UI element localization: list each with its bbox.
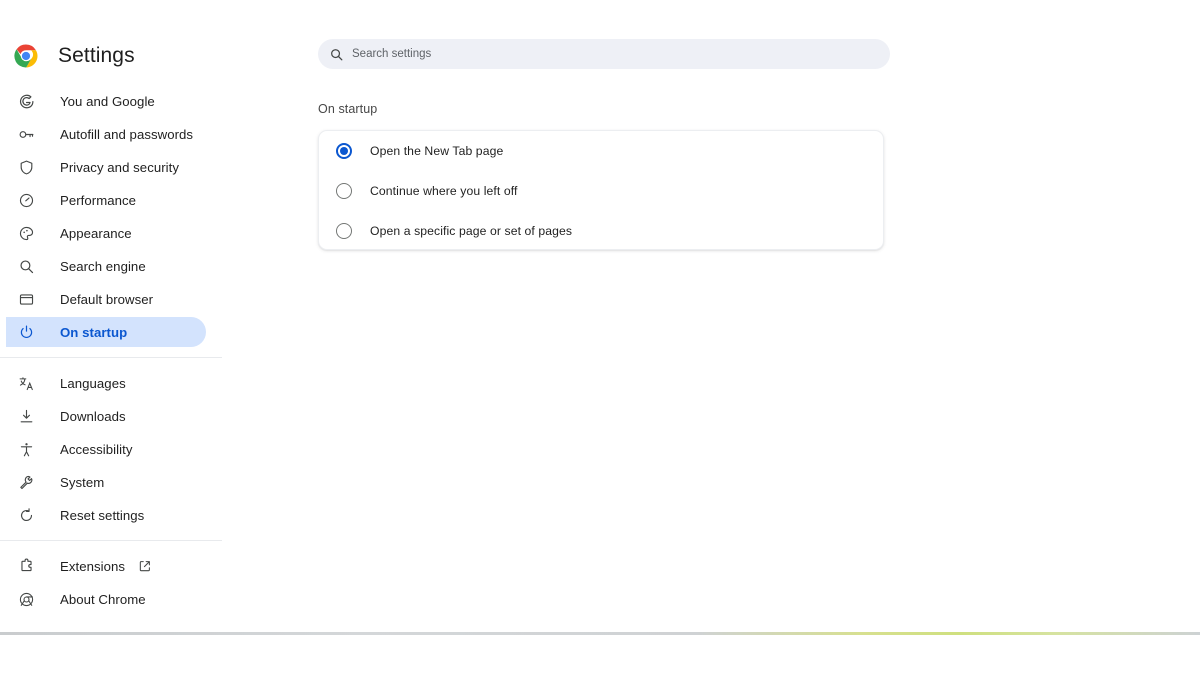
key-icon	[16, 124, 36, 144]
sidebar-item-languages[interactable]: Languages	[6, 368, 206, 398]
startup-option-specific-pages[interactable]: Open a specific page or set of pages	[319, 211, 883, 249]
radio-button-selected[interactable]	[336, 143, 352, 159]
power-icon	[16, 322, 36, 342]
sidebar-item-label: Search engine	[60, 258, 146, 274]
sidebar-item-label: System	[60, 474, 105, 490]
sidebar-item-label: Accessibility	[60, 441, 133, 457]
sidebar-item-about-chrome[interactable]: About Chrome	[6, 584, 206, 614]
on-startup-options-card: Open the New Tab page Continue where you…	[318, 130, 884, 250]
accessibility-person-icon	[16, 439, 36, 459]
sidebar-item-label: You and Google	[60, 93, 155, 109]
speedometer-icon	[16, 190, 36, 210]
sidebar-item-downloads[interactable]: Downloads	[6, 401, 206, 431]
settings-main-panel: On startup Open the New Tab page Continu…	[300, 0, 1200, 633]
sidebar-item-reset-settings[interactable]: Reset settings	[6, 500, 206, 530]
chrome-settings-page: Settings You and Google Autofill and pas…	[0, 0, 1200, 675]
sidebar-item-system[interactable]: System	[6, 467, 206, 497]
search-input[interactable]	[352, 48, 832, 60]
sidebar-item-label: Reset settings	[60, 507, 145, 523]
radio-button[interactable]	[336, 223, 352, 239]
brand-header: Settings	[14, 40, 135, 72]
sidebar-item-search-engine[interactable]: Search engine	[6, 251, 206, 281]
startup-option-label: Open a specific page or set of pages	[370, 224, 573, 238]
sidebar-item-label: Autofill and passwords	[60, 126, 194, 142]
sidebar-item-label: About Chrome	[60, 591, 146, 607]
sidebar-divider-2	[0, 540, 222, 541]
sidebar-item-extensions[interactable]: Extensions	[6, 551, 206, 581]
chrome-outline-icon	[16, 589, 36, 609]
translate-icon	[16, 373, 36, 393]
section-heading-on-startup: On startup	[318, 102, 378, 116]
sidebar-item-label: On startup	[60, 324, 128, 340]
sidebar-item-label: Performance	[60, 192, 137, 208]
sidebar-item-performance[interactable]: Performance	[6, 185, 206, 215]
startup-option-continue-where-left-off[interactable]: Continue where you left off	[319, 171, 883, 211]
page-title: Settings	[58, 44, 135, 67]
sidebar-item-label: Default browser	[60, 291, 154, 307]
sidebar-item-you-and-google[interactable]: You and Google	[6, 86, 206, 116]
shield-icon	[16, 157, 36, 177]
sidebar-item-label: Languages	[60, 375, 126, 391]
sidebar-item-accessibility[interactable]: Accessibility	[6, 434, 206, 464]
download-icon	[16, 406, 36, 426]
sidebar-divider-1	[0, 357, 222, 358]
refresh-restore-icon	[16, 505, 36, 525]
external-link-icon	[138, 559, 152, 573]
settings-sidebar: Settings You and Google Autofill and pas…	[0, 0, 300, 633]
palette-icon	[16, 223, 36, 243]
below-window-area	[0, 635, 1200, 675]
search-settings-bar[interactable]	[318, 39, 890, 69]
startup-option-label: Open the New Tab page	[370, 144, 504, 158]
sidebar-item-label: Appearance	[60, 225, 132, 241]
chrome-logo-icon	[14, 44, 38, 68]
sidebar-item-label: Extensions	[60, 558, 126, 574]
browser-window-icon	[16, 289, 36, 309]
puzzle-piece-icon	[16, 556, 36, 576]
startup-option-new-tab-page[interactable]: Open the New Tab page	[319, 131, 883, 171]
sidebar-item-default-browser[interactable]: Default browser	[6, 284, 206, 314]
search-icon	[16, 256, 36, 276]
wrench-icon	[16, 472, 36, 492]
sidebar-nav: You and Google Autofill and passwords Pr…	[0, 86, 300, 617]
sidebar-item-label: Downloads	[60, 408, 126, 424]
sidebar-item-autofill-and-passwords[interactable]: Autofill and passwords	[6, 119, 206, 149]
sidebar-item-on-startup[interactable]: On startup	[6, 317, 206, 347]
sidebar-item-privacy-and-security[interactable]: Privacy and security	[6, 152, 206, 182]
google-g-icon	[16, 91, 36, 111]
sidebar-item-label: Privacy and security	[60, 159, 179, 175]
radio-button[interactable]	[336, 183, 352, 199]
sidebar-item-appearance[interactable]: Appearance	[6, 218, 206, 248]
search-icon	[329, 47, 344, 62]
startup-option-label: Continue where you left off	[370, 184, 518, 198]
